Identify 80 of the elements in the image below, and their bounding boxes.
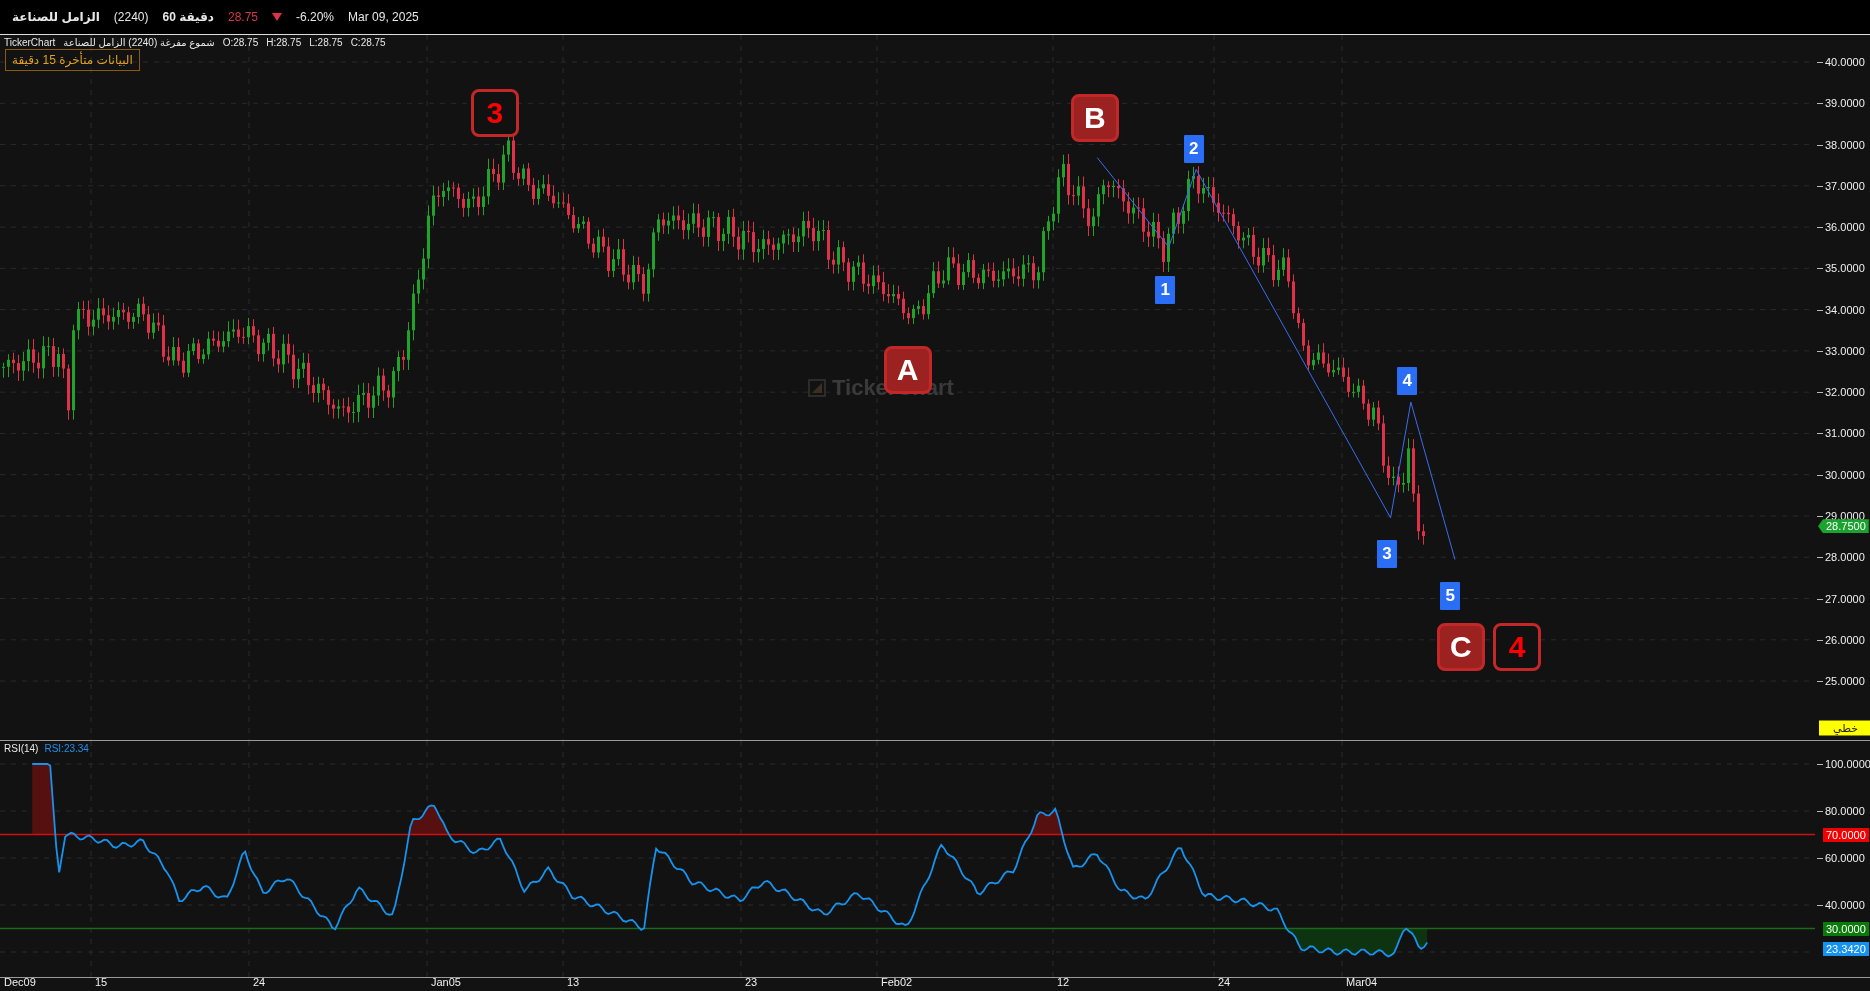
price-axis-label: 37.0000	[1825, 179, 1865, 192]
ohlc-value: C:28.75	[350, 37, 386, 48]
symbol-name: الزامل للصناعة	[12, 10, 100, 24]
oversold-tag: 30.0000	[1823, 921, 1869, 936]
wave-label: 3	[1377, 539, 1397, 568]
wave-label: 4	[1397, 366, 1418, 395]
axis-tick	[1817, 392, 1823, 394]
price-axis-label: 30.0000	[1825, 468, 1865, 481]
axis-tick	[1817, 62, 1823, 63]
price-axis-label: 40.0000	[1825, 56, 1865, 68]
axis-tick	[1817, 858, 1823, 859]
rsi-value: RSI:23.34	[44, 743, 89, 754]
price-axis-label: 32.0000	[1825, 386, 1865, 399]
axis-tick	[1817, 433, 1823, 435]
ohlc-value: O:28.75	[222, 37, 259, 48]
axis-tick	[1817, 681, 1823, 683]
price-axis-label: 27.0000	[1825, 592, 1865, 605]
date-label: Mar 09, 2025	[348, 10, 419, 24]
time-axis-label: 24	[1218, 976, 1231, 988]
delay-notice: البيانات متأخرة 15 دقيقة	[5, 49, 140, 71]
price-axis-label: 38.0000	[1825, 138, 1865, 151]
price-axis-label: 39.0000	[1825, 97, 1865, 110]
axis-tick	[1817, 905, 1823, 906]
axis-tick	[1817, 515, 1823, 517]
source-label: TickerChart	[4, 37, 56, 48]
price-axis-label: 29.0000	[1825, 509, 1865, 522]
wave-label: 2	[1183, 135, 1204, 164]
price-axis-label: 25.0000	[1825, 675, 1865, 688]
time-axis-label: Feb02	[881, 976, 913, 988]
time-axis-label: Dec09	[4, 976, 36, 988]
axis-tick	[1817, 103, 1823, 105]
rsi-current-tag: 23.3420	[1823, 941, 1869, 956]
price-axis-label: 36.0000	[1825, 221, 1865, 234]
axis-tick	[1817, 309, 1823, 311]
last-price-tag: 28.7500	[1818, 519, 1869, 534]
ohlc-value: H:28.75	[266, 37, 302, 48]
time-axis-label: Mar04	[1346, 976, 1378, 988]
logo-icon	[808, 379, 826, 397]
last-price: 28.75	[228, 10, 258, 24]
symbol-code: (2240)	[113, 10, 149, 24]
price-axis-label: 35.0000	[1825, 262, 1865, 275]
change-percent: -6.20%	[296, 10, 335, 24]
rsi-axis-label: 60.0000	[1825, 852, 1865, 864]
wave-label: 4	[1493, 622, 1541, 671]
axis-tick	[1817, 227, 1823, 229]
rsi-title: RSI(14)	[4, 743, 39, 754]
axis-tick	[1817, 474, 1823, 476]
time-axis-label: 13	[567, 976, 580, 988]
axis-tick	[1817, 185, 1823, 187]
axis-tick	[1817, 639, 1823, 641]
price-axis-label: 31.0000	[1825, 427, 1865, 440]
time-axis-label: 24	[253, 976, 266, 988]
axis-tick	[1817, 557, 1823, 559]
price-axis-label: 26.0000	[1825, 633, 1865, 646]
time-axis-label: 23	[745, 976, 758, 988]
wave-label: B	[1070, 94, 1119, 143]
axis-tick	[1817, 350, 1823, 352]
price-axis-label: 28.0000	[1825, 551, 1865, 564]
overbought-tag: 70.0000	[1823, 827, 1869, 842]
axis-tick	[1817, 144, 1823, 146]
time-axis-label: 15	[95, 976, 108, 988]
price-axis-label: 33.0000	[1825, 344, 1865, 357]
wave-label: 3	[470, 89, 519, 138]
wave-label: 5	[1440, 582, 1461, 611]
axis-tick	[1817, 764, 1823, 765]
price-axis-label: 34.0000	[1825, 303, 1865, 316]
rsi-axis-label: 80.0000	[1825, 805, 1865, 817]
axis-tick	[1817, 268, 1823, 270]
chart-title: شموع مفرغة (2240) الزامل للصناعة	[63, 37, 215, 48]
interval-label: 60 دقيقة	[162, 10, 214, 24]
axis-tick	[1817, 811, 1823, 812]
time-axis-label: Jan05	[431, 976, 461, 988]
chart-type-label: خطي	[1819, 720, 1870, 736]
wave-label: C	[1436, 622, 1485, 671]
rsi-axis-label: 40.0000	[1825, 899, 1865, 911]
axis-tick	[1817, 598, 1823, 600]
wave-label: 1	[1155, 276, 1176, 304]
rsi-axis-label: 100.0000	[1825, 758, 1870, 770]
ohlc-value: L:28.75	[309, 37, 343, 48]
time-axis-label: 12	[1057, 976, 1070, 988]
